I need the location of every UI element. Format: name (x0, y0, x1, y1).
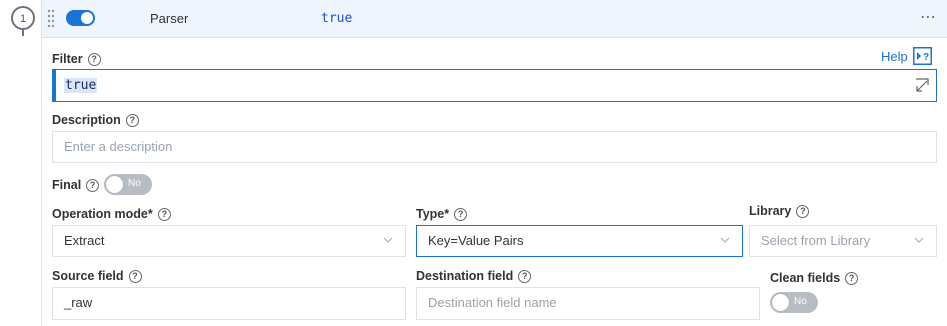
more-options-button[interactable]: ⋯ (920, 7, 937, 27)
library-label-text: Library (749, 204, 792, 218)
operation-mode-help-icon[interactable]: ? (157, 207, 171, 221)
source-field-label-text: Source field (52, 269, 124, 283)
type-value: Key=Value Pairs (428, 233, 524, 248)
source-field-input[interactable]: _raw (52, 287, 406, 320)
gutter-divider (41, 0, 42, 326)
description-input[interactable]: Enter a description (52, 131, 937, 163)
clean-fields-toggle[interactable]: No (770, 292, 818, 313)
final-label-text: Final (52, 178, 82, 192)
toggle-knob (81, 12, 93, 24)
step-number: 1 (20, 13, 26, 25)
operation-mode-select[interactable]: Extract (52, 225, 406, 257)
type-label-text: Type* (416, 207, 450, 221)
filter-expression-value: true (64, 78, 98, 93)
filter-expression-input[interactable]: true (52, 69, 937, 102)
function-title: Parser (150, 11, 189, 26)
svg-text:?: ? (923, 52, 929, 63)
operation-mode-label-text: Operation mode* (52, 207, 153, 221)
step-gutter: 1 (0, 0, 42, 326)
description-placeholder: Enter a description (64, 139, 173, 154)
description-label: Description ? (52, 113, 139, 127)
destination-field-label-text: Destination field (416, 269, 514, 283)
final-toggle[interactable]: No (104, 174, 152, 195)
type-help-icon[interactable]: ? (454, 207, 468, 221)
step-number-badge: 1 (11, 6, 35, 36)
toggle-knob (106, 176, 123, 193)
clean-fields-toggle-text: No (794, 296, 807, 307)
source-field-label: Source field ? (52, 269, 142, 283)
final-help-icon[interactable]: ? (86, 178, 100, 192)
clean-fields-help-icon[interactable]: ? (845, 271, 859, 285)
clean-fields-label: Clean fields ? (770, 271, 859, 285)
function-header[interactable]: Parser true ⋯ (42, 0, 947, 38)
filter-help-icon[interactable]: ? (87, 52, 101, 66)
source-field-help-icon[interactable]: ? (128, 269, 142, 283)
filter-label-text: Filter (52, 52, 83, 66)
library-label: Library ? (749, 204, 810, 218)
operation-mode-value: Extract (64, 233, 105, 248)
library-help-icon[interactable]: ? (796, 204, 810, 218)
drag-handle-icon[interactable] (47, 9, 55, 29)
destination-field-help-icon[interactable]: ? (518, 269, 532, 283)
chevron-down-icon (383, 237, 393, 243)
function-filter-summary: true (321, 11, 353, 26)
chevron-down-icon (914, 237, 924, 243)
final-label: Final ? (52, 178, 100, 192)
source-field-value: _raw (64, 295, 93, 310)
type-label: Type* ? (416, 207, 468, 221)
type-select[interactable]: Key=Value Pairs (416, 225, 743, 257)
help-link[interactable]: Help ? (881, 47, 932, 65)
function-enabled-toggle[interactable] (66, 10, 95, 26)
help-panel-icon: ? (912, 47, 932, 65)
filter-label: Filter ? (52, 52, 101, 66)
destination-field-input[interactable]: Destination field name (416, 287, 760, 320)
expand-editor-icon[interactable] (914, 77, 930, 93)
destination-field-placeholder: Destination field name (428, 295, 557, 310)
destination-field-label: Destination field ? (416, 269, 532, 283)
chevron-down-icon (720, 237, 730, 243)
clean-fields-label-text: Clean fields (770, 271, 841, 285)
help-link-text: Help (881, 48, 908, 64)
library-placeholder: Select from Library (761, 233, 871, 248)
library-select[interactable]: Select from Library (749, 225, 937, 257)
final-toggle-text: No (128, 178, 141, 189)
description-help-icon[interactable]: ? (125, 113, 139, 127)
toggle-knob (772, 294, 789, 311)
description-label-text: Description (52, 113, 121, 127)
operation-mode-label: Operation mode* ? (52, 207, 171, 221)
